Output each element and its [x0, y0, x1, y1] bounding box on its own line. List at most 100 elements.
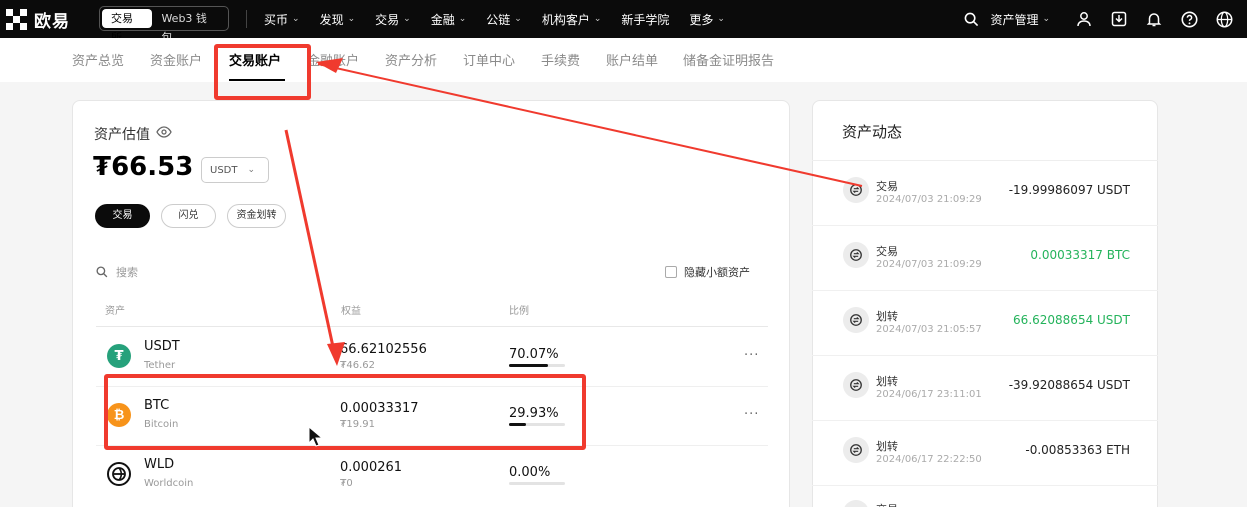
subnav-tab-6[interactable]: 手续费 [541, 50, 580, 69]
menu-item-label: 买币 [264, 12, 289, 27]
activity-amount: 66.62088654 USDT [1013, 313, 1130, 327]
column-header-ratio: 比例 [509, 306, 529, 317]
asset-symbol: WLD [144, 457, 175, 472]
asset-equity-fiat: ₮0 [340, 478, 353, 489]
asset-equity: 0.000261 [340, 460, 403, 475]
menu-item-4[interactable]: 公链 ⌄ [486, 11, 522, 28]
mouse-cursor-icon [308, 425, 324, 452]
fund-transfer-button[interactable]: 资金划转 [227, 204, 286, 228]
chevron-down-icon: ⌄ [1042, 14, 1050, 24]
more-options-icon[interactable]: ··· [744, 407, 759, 422]
search-icon[interactable] [960, 8, 982, 30]
swap-icon [843, 307, 869, 333]
subnav-tab-3[interactable]: 金融账户 [307, 50, 359, 69]
download-icon[interactable] [1108, 8, 1130, 30]
search-icon [96, 266, 108, 278]
menu-item-label: 金融 [430, 12, 455, 27]
swap-icon [843, 437, 869, 463]
menu-item-0[interactable]: 买币 ⌄ [264, 11, 300, 28]
activity-header-divider [812, 160, 1158, 161]
activity-type: 划转 [876, 440, 898, 453]
subnav-tab-7[interactable]: 账户结单 [606, 50, 658, 69]
asset-ratio: 0.00% [509, 465, 551, 480]
menu-item-1[interactable]: 发现 ⌄ [320, 11, 356, 28]
annotation-box-trading-tab [214, 44, 311, 100]
subnav-tab-8[interactable]: 储备金证明报告 [683, 50, 774, 69]
menu-item-7[interactable]: 更多 ⌄ [689, 11, 725, 28]
account-subnav: 资产总览 资金账户 交易账户 金融账户 资产分析 订单中心 手续费 账户结单 储备金证明报告 [0, 38, 1247, 82]
menu-item-label: 交易 [375, 12, 400, 27]
help-icon[interactable] [1178, 8, 1200, 30]
asset-name: Tether [144, 360, 176, 371]
nav-right-tools: 资产管理 ⌄ [947, 0, 1235, 38]
chevron-down-icon: ⌄ [458, 14, 467, 24]
valuation-label: 资产估值 [94, 127, 150, 143]
menu-item-3[interactable]: 金融 ⌄ [431, 11, 467, 28]
activity-type: 交易 [876, 245, 898, 258]
asset-equity: 66.62102556 [340, 342, 427, 357]
globe-icon[interactable] [1213, 8, 1235, 30]
activity-divider [812, 290, 1158, 291]
menu-item-5[interactable]: 机构客户 ⌄ [542, 11, 602, 28]
activity-divider [812, 225, 1158, 226]
hide-small-assets-label: 隐藏小额资产 [684, 266, 750, 279]
checkbox[interactable] [665, 266, 677, 278]
user-icon[interactable] [1073, 8, 1095, 30]
top-navbar: 欧易 交易所 Web3 钱包 买币⌄发现⌄交易⌄金融⌄公链⌄机构客户⌄新手学院更… [0, 0, 1247, 44]
search-placeholder: 搜索 [116, 266, 138, 279]
activity-type: 交易 [876, 180, 898, 193]
subnav-tab-4[interactable]: 资产分析 [385, 50, 437, 69]
bell-icon[interactable] [1143, 8, 1165, 30]
hide-small-assets-toggle[interactable]: 隐藏小额资产 [665, 264, 750, 280]
chevron-down-icon: ⌄ [403, 14, 411, 24]
page-background [0, 82, 1247, 100]
asset-management-label: 资产管理 [990, 12, 1039, 27]
asset-management-menu[interactable]: 资产管理 ⌄ [990, 11, 1050, 28]
subnav-tab-1[interactable]: 资金账户 [150, 50, 202, 69]
ratio-progress-bar [509, 364, 565, 367]
asset-search[interactable]: 搜索 [96, 264, 138, 280]
flash-swap-button[interactable]: 闪兑 [161, 204, 216, 228]
chevron-down-icon: ⌄ [247, 165, 256, 175]
menu-item-label: 公链 [486, 12, 511, 27]
activity-divider [812, 355, 1158, 356]
chevron-down-icon: ⌄ [593, 14, 602, 24]
activity-title: 资产动态 [842, 123, 903, 141]
okx-logo[interactable]: 欧易 [6, 7, 70, 32]
activity-type: 划转 [876, 310, 898, 323]
currency-unit-select[interactable]: USDT ⌄ [201, 157, 269, 183]
annotation-box-btc-row [104, 374, 586, 450]
logo-text: 欧易 [34, 12, 70, 32]
asset-equity-fiat: ₮46.62 [340, 360, 375, 371]
eye-icon[interactable] [156, 126, 172, 142]
main-menu: 买币 ⌄ 发现 ⌄ 交易 ⌄ 金融 ⌄ 公链 ⌄ 机构客户 ⌄ 新手学院 更多 ⌄ [264, 0, 745, 38]
more-options-icon[interactable]: ··· [744, 348, 759, 363]
swap-icon [843, 372, 869, 398]
chevron-down-icon: ⌄ [292, 14, 300, 24]
column-header-equity: 权益 [341, 306, 361, 317]
subnav-tab-5[interactable]: 订单中心 [463, 50, 515, 69]
exchange-tab[interactable]: 交易所 [102, 9, 153, 44]
swap-icon [843, 177, 869, 203]
activity-type: 交易 [876, 501, 898, 507]
swap-icon [843, 242, 869, 268]
activity-type: 划转 [876, 375, 898, 388]
nav-divider [246, 10, 247, 28]
activity-amount: -19.99986097 USDT [1008, 183, 1130, 197]
valuation-amount: ₮66.53 [93, 152, 194, 182]
trade-button[interactable]: 交易 [95, 204, 150, 228]
menu-item-6[interactable]: 新手学院 [621, 11, 669, 28]
menu-item-2[interactable]: 交易 ⌄ [375, 11, 411, 28]
web3-wallet-tab[interactable]: Web3 钱包 [152, 9, 226, 44]
activity-divider [812, 420, 1158, 421]
chevron-down-icon: ⌄ [717, 14, 725, 24]
logo-mark-icon [6, 8, 28, 31]
menu-item-label: 机构客户 [541, 12, 590, 27]
activity-amount: -39.92088654 USDT [1008, 378, 1130, 392]
platform-switcher: 交易所 Web3 钱包 [99, 6, 229, 44]
ratio-progress-fill [509, 364, 549, 367]
subnav-tab-0[interactable]: 资产总览 [72, 50, 124, 69]
valuation-label-row: 资产估值 [94, 124, 172, 144]
asset-name: Worldcoin [144, 478, 194, 489]
wld-coin-icon [107, 462, 131, 486]
